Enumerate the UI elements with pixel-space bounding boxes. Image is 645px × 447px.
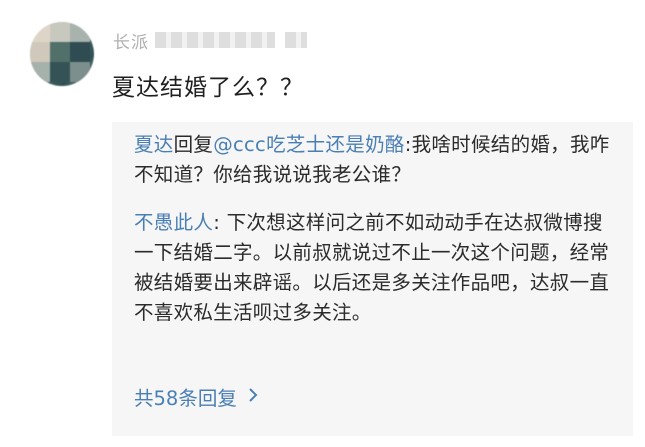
- chevron-right-icon: [247, 385, 259, 409]
- more-replies-label: 共58条回复: [134, 387, 237, 410]
- comment-card: 长派 夏达结婚了么？？ 夏达回复@ccc吃芝士还是奶酪:我啥时候结的婚，我咋不知…: [0, 0, 645, 447]
- reply-separator: :: [404, 133, 412, 156]
- reply-item: 不愚此人: 下次想这样问之前不如动动手在达叔微博搜一下结婚二字。以前叔就说过不止…: [134, 208, 616, 328]
- avatar-mosaic-block: [50, 62, 70, 82]
- username-text: 长派: [113, 32, 149, 53]
- reply-author[interactable]: 不愚此人: [134, 211, 213, 234]
- username[interactable]: 长派: [113, 30, 307, 53]
- reply-mention[interactable]: @ccc吃芝士还是奶酪: [213, 133, 404, 156]
- reply-item: 夏达回复@ccc吃芝士还是奶酪:我啥时候结的婚，我咋不知道？你给我说说我老公谁？: [134, 130, 616, 190]
- avatar-mosaic-block: [70, 42, 90, 62]
- avatar-mosaic-block: [70, 62, 90, 82]
- reply-separator: :: [213, 211, 227, 234]
- avatar[interactable]: [30, 22, 94, 86]
- reply-word: 回复: [173, 133, 214, 156]
- avatar-mosaic-block: [70, 22, 90, 42]
- replies-box[interactable]: 夏达回复@ccc吃芝士还是奶酪:我啥时候结的婚，我咋不知道？你给我说说我老公谁？…: [112, 122, 633, 436]
- username-mosaic: [285, 32, 307, 48]
- comment-text: 夏达结婚了么？？: [112, 75, 304, 101]
- avatar-mosaic-block: [30, 42, 50, 62]
- more-replies-link[interactable]: 共58条回复: [134, 382, 259, 411]
- avatar-mosaic-block: [30, 22, 50, 42]
- avatar-mosaic-block: [50, 42, 70, 62]
- avatar-mosaic-block: [50, 22, 70, 42]
- avatar-mosaic-block: [30, 62, 50, 82]
- username-mosaic: [155, 32, 275, 48]
- reply-author[interactable]: 夏达: [134, 133, 174, 156]
